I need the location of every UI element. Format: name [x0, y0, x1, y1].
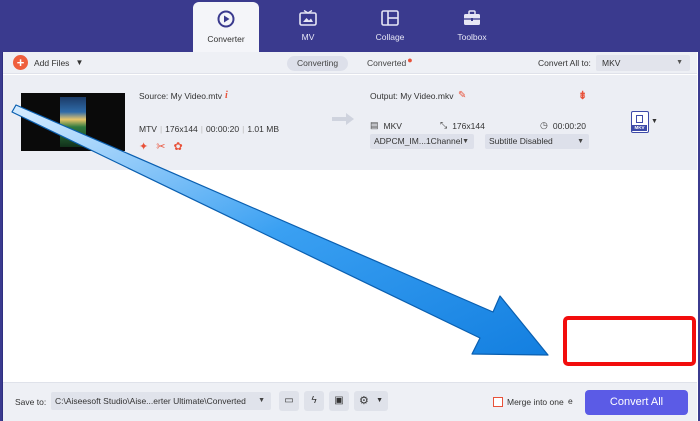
scissors-icon[interactable]: ✂ [156, 140, 165, 153]
source-format: MTV [139, 124, 157, 134]
gear-icon: ⚙ [359, 395, 369, 407]
chevron-down-icon: ▼ [462, 138, 469, 145]
add-files-button[interactable]: + Add Files ▼ [13, 55, 83, 70]
tab-converter[interactable]: Converter [193, 2, 259, 52]
divider: | [242, 124, 245, 134]
tab-converted[interactable]: Converted● [357, 55, 423, 71]
gpu-accel-button[interactable]: ▣ [329, 391, 349, 411]
top-navigation: Converter MV Collage Toolbox [0, 0, 700, 52]
resize-icon: ⤡ [440, 120, 448, 130]
output-format: ▤ MKV [370, 120, 402, 131]
output-resolution-value: 176x144 [452, 120, 485, 131]
plus-icon: + [13, 55, 28, 70]
lightning-off-icon: ϟ [311, 395, 317, 406]
divider: | [159, 124, 163, 134]
save-path-value: C:\Aiseesoft Studio\Aise...erter Ultimat… [55, 396, 246, 406]
split-icon[interactable]: ⇟ [578, 89, 587, 102]
tab-mv-label: MV [301, 32, 315, 42]
convert-all-label: Convert All [609, 396, 664, 408]
video-thumbnail[interactable] [21, 93, 125, 151]
chevron-down-icon: ▼ [676, 59, 683, 66]
convert-all-to-label: Convert All to: [538, 58, 591, 68]
open-folder-button[interactable]: ▭ [279, 391, 299, 411]
tab-converting-label: Converting [297, 58, 339, 68]
save-path-select[interactable]: C:\Aiseesoft Studio\Aise...erter Ultimat… [51, 392, 271, 410]
arrow-right-icon [332, 113, 354, 125]
divider: | [200, 124, 204, 134]
merge-checkbox[interactable] [493, 397, 503, 407]
subtitle-value: Subtitle Disabled [489, 136, 553, 146]
tab-mv[interactable]: MV [275, 2, 341, 50]
new-dot-icon: ● [407, 55, 413, 65]
chevron-down-icon[interactable]: ▼ [651, 118, 658, 125]
tab-converter-label: Converter [207, 34, 245, 44]
convert-all-button[interactable]: Convert All [585, 390, 688, 415]
source-size: 1.01 MB [247, 124, 279, 134]
output-duration-value: 00:00:20 [552, 120, 586, 131]
convert-all-format-select[interactable]: MKV ▼ [596, 55, 690, 71]
toolbox-icon [464, 10, 480, 25]
output-resolution: ⤡ 176x144 [440, 120, 485, 131]
highlight-box [563, 316, 696, 366]
bottom-bar: Save to: C:\Aiseesoft Studio\Aise...erte… [3, 382, 697, 421]
audio-track-value: ADPCM_IM...1Channel [374, 136, 463, 146]
format-badge-text: MKV [632, 125, 647, 131]
tab-toolbox[interactable]: Toolbox [439, 2, 505, 50]
converter-toolbar: + Add Files ▼ Converting Converted● Conv… [3, 52, 697, 74]
info-icon[interactable]: i [225, 90, 228, 101]
enhance-icon[interactable]: ✦ [139, 140, 148, 153]
merge-label: Merge into one [507, 397, 564, 407]
chevron-down-icon: ▼ [376, 397, 383, 404]
folder-icon: ▭ [284, 395, 294, 406]
hardware-accel-button[interactable]: ϟ [304, 391, 324, 411]
tv-icon [299, 10, 317, 26]
tab-converting[interactable]: Converting [287, 56, 349, 71]
thumbnail-image [60, 97, 86, 147]
palette-icon[interactable]: ✿ [173, 140, 182, 153]
tab-collage-label: Collage [375, 32, 405, 42]
tab-converted-label: Converted [367, 58, 407, 68]
chevron-down-icon: ▼ [577, 138, 584, 145]
subtitle-select[interactable]: Subtitle Disabled ▼ [485, 134, 589, 149]
format-file-icon [636, 115, 643, 123]
output-duration: ◷ 00:00:20 [540, 120, 586, 131]
clock-icon: ◷ [540, 120, 548, 130]
settings-button[interactable]: ⚙ ▼ [354, 391, 388, 411]
collage-icon [381, 10, 399, 26]
source-duration: 00:00:20 [206, 124, 240, 134]
add-files-label: Add Files [34, 57, 70, 68]
tab-toolbox-label: Toolbox [457, 32, 487, 42]
pencil-icon[interactable]: ✎ [458, 90, 466, 101]
edit-tools: ✦ ✂ ✿ [139, 140, 183, 153]
cpu-off-icon: ▣ [334, 395, 344, 406]
tab-collage[interactable]: Collage [357, 2, 423, 50]
audio-track-select[interactable]: ADPCM_IM...1Channel ▼ [370, 134, 474, 149]
source-filename: Source: My Video.mtv [139, 91, 222, 101]
chevron-down-icon[interactable]: ▼ [75, 58, 83, 67]
file-list-item: Source: My Video.mtv i MTV | 176x144 | 00:00… [3, 75, 697, 170]
film-icon: ▤ [370, 120, 379, 130]
convert-all-format-value: MKV [602, 58, 621, 68]
output-format-value: MKV [383, 120, 402, 131]
save-to-label: Save to: [15, 397, 47, 407]
source-metadata: MTV | 176x144 | 00:00:20 | 1.01 MB [139, 124, 279, 134]
merge-label-tail: e [568, 396, 573, 406]
output-format-button[interactable]: MKV [631, 111, 649, 133]
chevron-down-icon: ▼ [258, 397, 265, 404]
source-resolution: 176x144 [165, 124, 198, 134]
output-filename: Output: My Video.mkv [370, 91, 454, 101]
converter-icon [217, 10, 235, 28]
